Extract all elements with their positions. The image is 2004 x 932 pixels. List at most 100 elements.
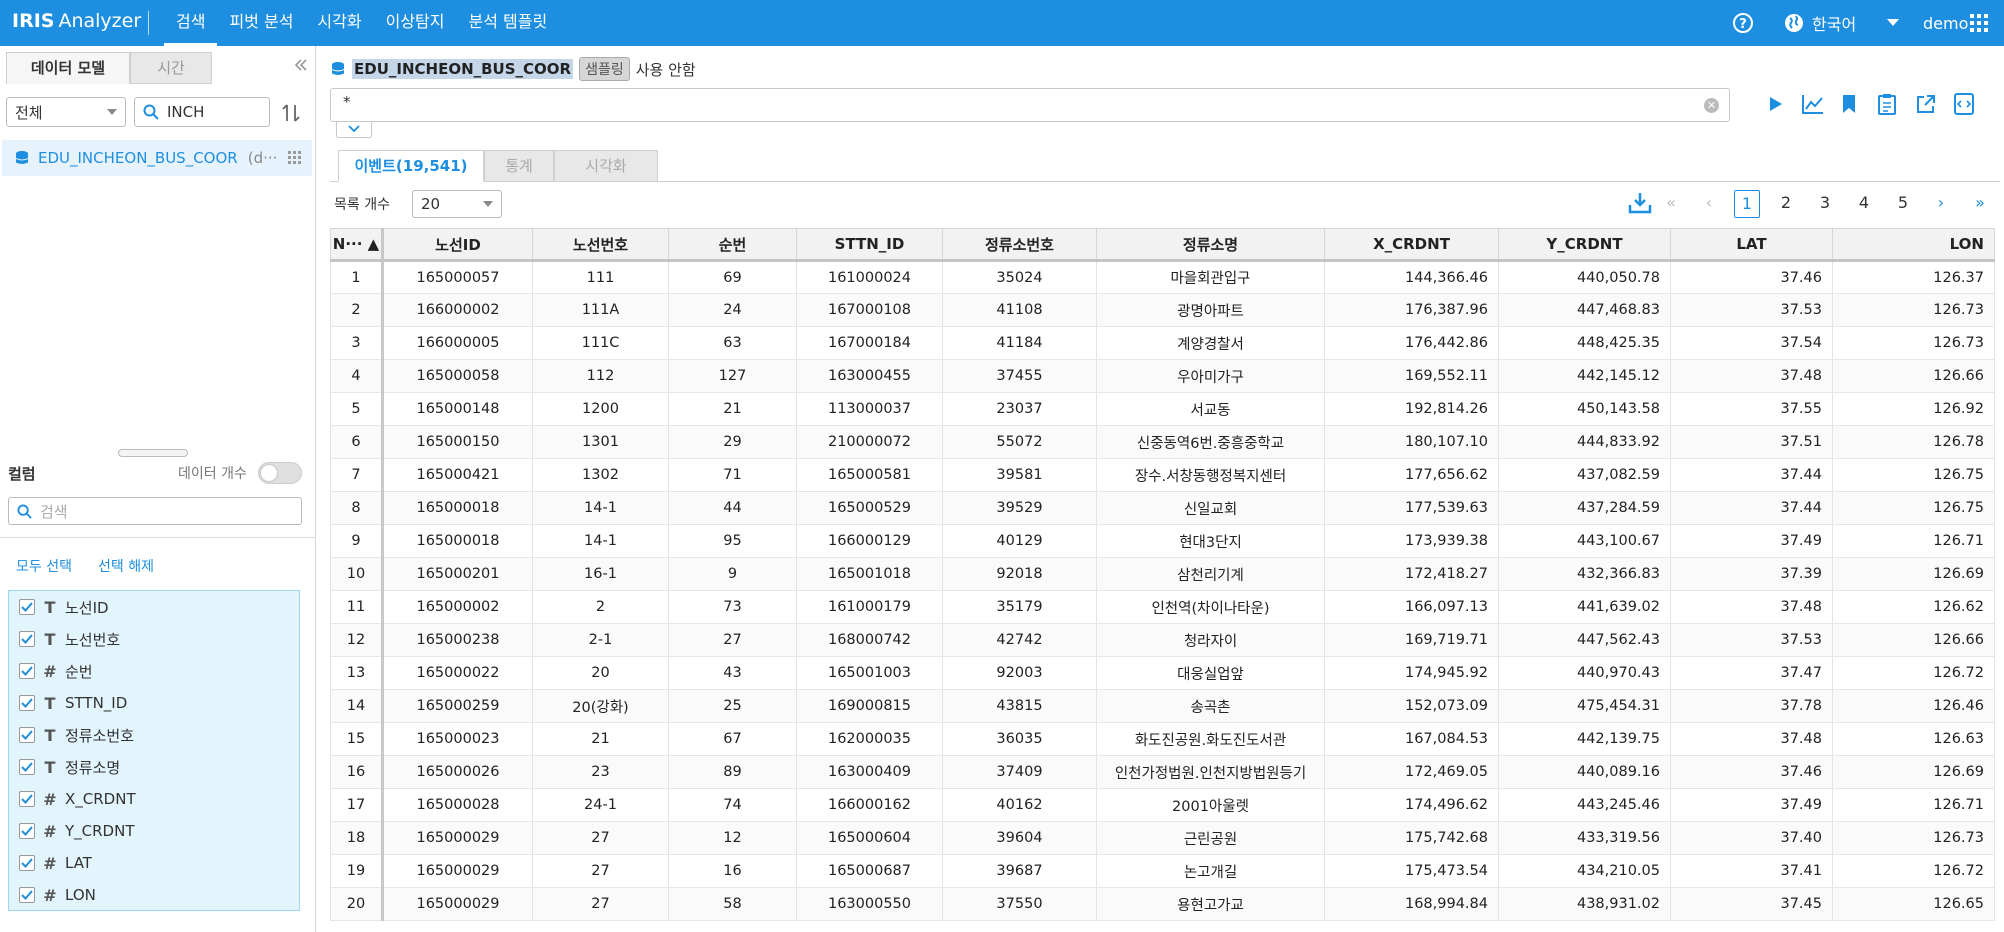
column-header-lon[interactable]: LON (1832, 228, 1995, 262)
table-row[interactable]: 8 165000018 14-1 44 165000529 39529 신일교회 177,53… (330, 491, 1995, 525)
nav-visualization[interactable]: 시각화 (305, 0, 373, 46)
table-row[interactable]: 9 165000018 14-1 95 166000129 40129 현대3단지 173,9… (330, 524, 1995, 558)
deselect-link[interactable]: 선택 해제 (98, 556, 154, 576)
tab-statistics[interactable]: 통계 (484, 150, 554, 182)
page-4[interactable]: 4 (1851, 190, 1877, 218)
data-count-toggle[interactable] (258, 462, 302, 484)
column-item[interactable]: # LON (9, 879, 299, 911)
column-header-stop-no[interactable]: 정류소번호 (942, 228, 1097, 262)
list-count-select[interactable]: 20 (412, 190, 502, 218)
column-item[interactable]: T 노선ID (9, 591, 299, 623)
table-row[interactable]: 4 165000058 112 127 163000455 37455 우아미가구 169,5… (330, 359, 1995, 393)
column-item[interactable]: T 노선번호 (9, 623, 299, 655)
column-header-sttn-id[interactable]: STTN_ID (796, 228, 943, 262)
app-logo[interactable]: IRIS Analyzer (12, 10, 141, 32)
nav-template[interactable]: 분석 템플릿 (456, 0, 559, 46)
table-row[interactable]: 12 165000238 2-1 27 168000742 42742 청라자이 169,71… (330, 623, 1995, 657)
tab-visualization[interactable]: 시각화 (554, 150, 658, 182)
checkbox[interactable] (19, 887, 35, 903)
tab-data-model[interactable]: 데이터 모델 (6, 52, 130, 84)
page-2[interactable]: 2 (1773, 190, 1799, 218)
data-model-item[interactable]: EDU_INCHEON_BUS_COOR (d··· (2, 140, 312, 176)
column-header-lat[interactable]: LAT (1670, 228, 1833, 262)
scope-select[interactable]: 전체 (6, 97, 126, 127)
column-header-y[interactable]: Y_CRDNT (1498, 228, 1671, 262)
column-item[interactable]: T 정류소명 (9, 751, 299, 783)
prev-page-icon[interactable]: ‹ (1696, 190, 1722, 218)
page-3[interactable]: 3 (1812, 190, 1838, 218)
query-expand-button[interactable] (336, 122, 372, 138)
table-row[interactable]: 1 165000057 111 69 161000024 35024 마을회관입구 144,3… (330, 260, 1995, 294)
last-page-icon[interactable]: » (1967, 190, 1993, 218)
table-row[interactable]: 10 165000201 16-1 9 165001018 92018 삼천리기계 172,4… (330, 557, 1995, 591)
checkbox[interactable] (19, 759, 35, 775)
table-row[interactable]: 14 165000259 20(강화) 25 169000815 43815 송곡촌 152,… (330, 689, 1995, 723)
table-row[interactable]: 16 165000026 23 89 163000409 37409 인천가정법원.인천지방… (330, 755, 1995, 789)
table-row[interactable]: 19 165000029 27 16 165000687 39687 논고개길 175,473… (330, 854, 1995, 888)
column-item[interactable]: # Y_CRDNT (9, 815, 299, 847)
next-page-icon[interactable]: › (1928, 190, 1954, 218)
table-row[interactable]: 5 165000148 1200 21 113000037 23037 서교동 192,814… (330, 392, 1995, 426)
collapse-panel-icon[interactable] (294, 58, 308, 72)
apps-grid-icon[interactable] (1970, 0, 1988, 46)
column-item[interactable]: # X_CRDNT (9, 783, 299, 815)
table-row[interactable]: 20 165000029 27 58 163000550 37550 용현고가교 168,99… (330, 887, 1995, 921)
checkbox[interactable] (19, 631, 35, 647)
column-header-no[interactable]: N··· ▲ (330, 228, 384, 262)
user-name[interactable]: demo (1923, 0, 1968, 46)
checkbox[interactable] (19, 791, 35, 807)
nav-search[interactable]: 검색 (164, 0, 218, 46)
help-icon[interactable]: ? (1732, 0, 1754, 46)
checkbox[interactable] (19, 855, 35, 871)
checkbox[interactable] (19, 599, 35, 615)
page-5[interactable]: 5 (1890, 190, 1916, 218)
table-row[interactable]: 7 165000421 1302 71 165000581 39581 장수.서창동행정복지… (330, 458, 1995, 492)
column-header-x[interactable]: X_CRDNT (1324, 228, 1499, 262)
select-all-link[interactable]: 모두 선택 (16, 556, 72, 576)
table-row[interactable]: 17 165000028 24-1 74 166000162 40162 2001아울렛 17… (330, 788, 1995, 822)
table-row[interactable]: 13 165000022 20 43 165001003 92003 대웅실업앞 174,94… (330, 656, 1995, 690)
nav-pivot[interactable]: 피벗 분석 (217, 0, 305, 46)
column-header-route-no[interactable]: 노선번호 (532, 228, 669, 262)
column-header-route-id[interactable]: 노선ID (382, 228, 533, 262)
column-item[interactable]: # 순번 (9, 655, 299, 687)
column-header-stop-name[interactable]: 정류소명 (1096, 228, 1325, 262)
column-item[interactable]: # LAT (9, 847, 299, 879)
download-icon[interactable] (1628, 192, 1652, 214)
chart-icon[interactable] (1802, 94, 1824, 114)
sort-toggle-icon[interactable] (282, 103, 300, 123)
table-row[interactable]: 2 166000002 111A 24 167000108 41108 광명아파트 176,3… (330, 293, 1995, 327)
language-selector[interactable]: 한국어 (1784, 0, 1856, 46)
table-row[interactable]: 15 165000023 21 67 162000035 36035 화도진공원.화도진도서… (330, 722, 1995, 756)
nav-anomaly[interactable]: 이상탐지 (374, 0, 457, 46)
run-icon[interactable] (1766, 95, 1784, 113)
export-icon[interactable] (1916, 94, 1936, 114)
dataset-name[interactable]: EDU_INCHEON_BUS_COOR (352, 59, 574, 79)
tab-time[interactable]: 시간 (130, 52, 212, 84)
model-search-input[interactable]: INCH (134, 97, 270, 127)
table-row[interactable]: 3 166000005 111C 63 167000184 41184 계양경찰서 176,4… (330, 326, 1995, 360)
column-item[interactable]: T 정류소번호 (9, 719, 299, 751)
table-row[interactable]: 11 165000002 2 73 161000179 35179 인천역(차이나타운) 16… (330, 590, 1995, 624)
checkbox[interactable] (19, 727, 35, 743)
column-item[interactable]: T STTN_ID (9, 687, 299, 719)
code-icon[interactable] (1954, 93, 1974, 115)
column-search-input[interactable]: 검색 (8, 497, 302, 525)
table-row[interactable]: 18 165000029 27 12 165000604 39604 근린공원 175,742… (330, 821, 1995, 855)
clipboard-icon[interactable] (1878, 93, 1896, 115)
checkbox[interactable] (19, 695, 35, 711)
panel-resize-handle[interactable] (118, 449, 188, 457)
bookmark-icon[interactable] (1842, 94, 1856, 114)
page-1[interactable]: 1 (1734, 190, 1760, 218)
checkbox[interactable] (19, 823, 35, 839)
sampling-badge[interactable]: 샘플링 (579, 57, 630, 81)
column-header-seq[interactable]: 순번 (668, 228, 797, 262)
tab-events[interactable]: 이벤트(19,541) (338, 150, 484, 182)
language-dropdown-icon[interactable] (1887, 0, 1899, 46)
checkbox[interactable] (19, 663, 35, 679)
query-input[interactable]: * ✕ (330, 88, 1730, 122)
table-row[interactable]: 6 165000150 1301 29 210000072 55072 신중동역6번.중흥중… (330, 425, 1995, 459)
first-page-icon[interactable]: « (1658, 190, 1684, 218)
grid-icon[interactable] (288, 151, 302, 165)
clear-icon[interactable]: ✕ (1704, 98, 1719, 113)
